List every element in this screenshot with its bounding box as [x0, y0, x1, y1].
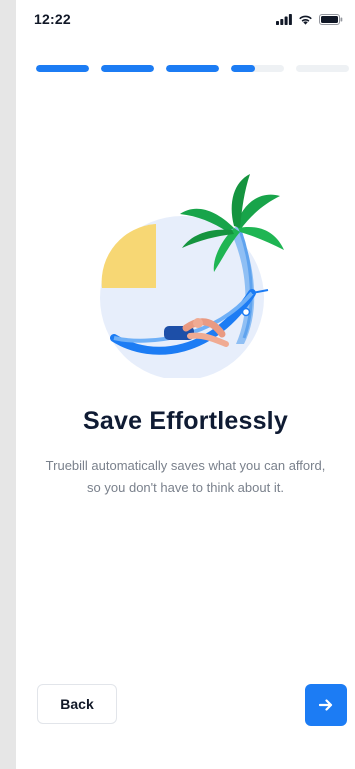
- progress-step: [296, 65, 349, 72]
- onboarding-progress: [36, 65, 349, 72]
- page-title: Save Effortlessly: [83, 407, 288, 435]
- progress-step: [36, 65, 89, 72]
- progress-step: [166, 65, 219, 72]
- status-icons: [276, 12, 343, 30]
- progress-step-fill: [166, 65, 219, 72]
- onboarding-screen: 12:22 Save Effortlessly Truebill automat…: [16, 0, 355, 769]
- signal-icon: [276, 12, 292, 30]
- progress-step-fill: [231, 65, 255, 72]
- progress-step: [231, 65, 284, 72]
- progress-step-fill: [101, 65, 154, 72]
- status-bar: 12:22: [16, 0, 355, 42]
- page-description: Truebill automatically saves what you ca…: [45, 458, 326, 495]
- battery-icon: [319, 12, 343, 30]
- arrow-right-icon: [319, 699, 333, 711]
- progress-step: [101, 65, 154, 72]
- wifi-icon: [298, 12, 313, 30]
- beach-hammock-illustration: [94, 168, 284, 380]
- status-time: 12:22: [34, 11, 71, 27]
- next-button[interactable]: [305, 684, 347, 726]
- back-button[interactable]: Back: [37, 684, 117, 724]
- progress-step-fill: [36, 65, 89, 72]
